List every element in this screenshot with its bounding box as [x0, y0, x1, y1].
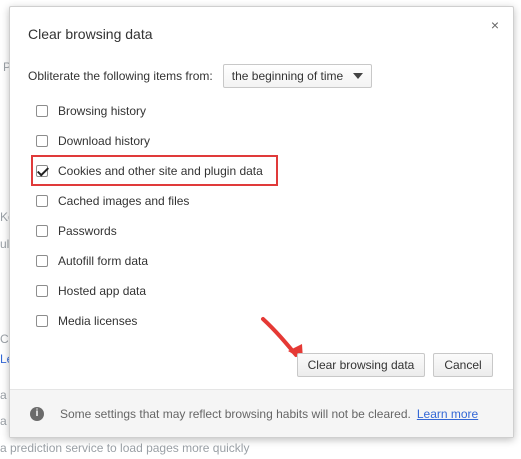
- time-range-select[interactable]: the beginning of time: [222, 64, 373, 88]
- time-range-row: Obliterate the following items from: the…: [28, 64, 373, 88]
- info-icon: i: [30, 406, 44, 421]
- clear-browsing-data-dialog: Clear browsing data × Obliterate the fol…: [9, 6, 514, 438]
- data-type-list: Browsing history Download history Cookie…: [36, 96, 476, 336]
- footer-note: Some settings that may reflect browsing …: [60, 406, 411, 421]
- list-item-cookies[interactable]: Cookies and other site and plugin data: [36, 156, 476, 186]
- clear-browsing-data-button[interactable]: Clear browsing data: [297, 353, 425, 377]
- cached-images-label: Cached images and files: [58, 194, 190, 208]
- passwords-checkbox[interactable]: [36, 225, 48, 237]
- list-item-hosted-app-data[interactable]: Hosted app data: [36, 276, 476, 306]
- passwords-label: Passwords: [58, 224, 117, 238]
- background-bottom-text: a prediction service to load pages more …: [0, 441, 250, 455]
- browsing-history-label: Browsing history: [58, 104, 147, 118]
- media-licenses-checkbox[interactable]: [36, 315, 48, 327]
- autofill-label: Autofill form data: [58, 254, 149, 268]
- media-licenses-label: Media licenses: [58, 314, 138, 328]
- download-history-label: Download history: [58, 134, 151, 148]
- dialog-title: Clear browsing data: [28, 26, 153, 42]
- background-hint: a: [0, 388, 7, 402]
- autofill-checkbox[interactable]: [36, 255, 48, 267]
- list-item-browsing-history[interactable]: Browsing history: [36, 96, 476, 126]
- hosted-app-data-checkbox[interactable]: [36, 285, 48, 297]
- list-item-autofill[interactable]: Autofill form data: [36, 246, 476, 276]
- time-range-label: Obliterate the following items from:: [28, 69, 213, 83]
- download-history-checkbox[interactable]: [36, 135, 48, 147]
- list-item-media-licenses[interactable]: Media licenses: [36, 306, 476, 336]
- browsing-history-checkbox[interactable]: [36, 105, 48, 117]
- chevron-down-icon: [353, 73, 364, 79]
- hosted-app-data-label: Hosted app data: [58, 284, 147, 298]
- dialog-footer: i Some settings that may reflect browsin…: [10, 389, 513, 437]
- close-icon[interactable]: ×: [487, 17, 503, 33]
- list-item-cached-images[interactable]: Cached images and files: [36, 186, 476, 216]
- list-item-passwords[interactable]: Passwords: [36, 216, 476, 246]
- list-item-download-history[interactable]: Download history: [36, 126, 476, 156]
- cookies-checkbox[interactable]: [36, 165, 48, 177]
- cached-images-checkbox[interactable]: [36, 195, 48, 207]
- cookies-label: Cookies and other site and plugin data: [58, 164, 263, 178]
- background-hint: a: [0, 414, 7, 428]
- cancel-button[interactable]: Cancel: [433, 353, 493, 377]
- background-hint: ul: [0, 237, 10, 251]
- learn-more-link[interactable]: Learn more: [417, 407, 478, 421]
- time-range-selected-value: the beginning of time: [231, 69, 344, 83]
